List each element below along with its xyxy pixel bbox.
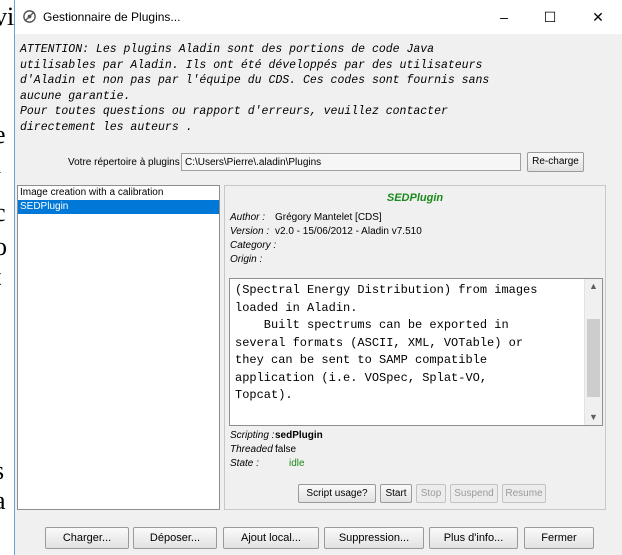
version-label: Version : xyxy=(230,226,270,237)
plugin-details-panel: SEDPlugin Author : Grégory Mantelet [CDS… xyxy=(224,185,606,510)
stop-button[interactable]: Stop xyxy=(416,484,446,503)
state-label: State : xyxy=(230,458,259,469)
reload-button[interactable]: Re-charge xyxy=(527,152,584,172)
notice-line: d'Aladin et non pas par l'équipe du CDS.… xyxy=(20,74,490,88)
threaded-label: Threaded : xyxy=(230,444,279,455)
background-letter: c xyxy=(0,198,6,228)
warning-notice: ATTENTION: Les plugins Aladin sont des p… xyxy=(20,42,580,136)
description-line: Built spectrums can be exported in xyxy=(235,318,509,332)
notice-line: ATTENTION: Les plugins Aladin sont des p… xyxy=(20,43,435,56)
plugin-list-item-selected[interactable]: SEDPlugin xyxy=(18,200,219,214)
notice-line: utilisables par Aladin. Ils ont été déve… xyxy=(20,58,483,72)
description-line: several formats (ASCII, XML, VOTable) or xyxy=(235,335,524,350)
description-line: (Spectral Energy Distribution) from imag… xyxy=(235,283,538,297)
plugin-description-text: (Spectral Energy Distribution) from imag… xyxy=(235,282,585,405)
scroll-down-arrow-icon[interactable]: ▼ xyxy=(585,410,602,425)
background-letter: a xyxy=(0,486,6,516)
background-letter: i xyxy=(0,150,1,180)
minimize-button[interactable]: – xyxy=(481,0,527,34)
resume-button[interactable]: Resume xyxy=(502,484,546,503)
scripting-label: Scripting : xyxy=(230,430,275,441)
maximize-button[interactable]: ☐ xyxy=(527,0,573,34)
script-usage-button[interactable]: Script usage? xyxy=(298,484,376,503)
version-value: v2.0 - 15/06/2012 - Aladin v7.510 xyxy=(275,226,422,237)
aladin-app-icon xyxy=(23,10,36,23)
close-button[interactable]: Fermer xyxy=(524,527,594,549)
plugin-directory-label: Votre répertoire à plugins xyxy=(68,157,180,168)
title-bar[interactable]: Gestionnaire de Plugins... – ☐ ✕ xyxy=(15,0,622,34)
add-local-button[interactable]: Ajout local... xyxy=(223,527,319,549)
notice-line: aucune garantie. xyxy=(20,89,131,103)
load-button[interactable]: Charger... xyxy=(45,527,129,549)
description-line: loaded in Aladin. xyxy=(235,300,358,315)
plugin-description-box[interactable]: (Spectral Energy Distribution) from imag… xyxy=(229,278,603,426)
scrollbar-thumb[interactable] xyxy=(587,319,600,397)
more-info-button[interactable]: Plus d'info... xyxy=(429,527,518,549)
description-line: application (i.e. VOSpec, Splat-VO, xyxy=(235,370,488,385)
plugin-directory-field[interactable]: C:\Users\Pierre\.aladin\Plugins xyxy=(181,153,521,171)
background-letter: o xyxy=(0,232,7,261)
state-value: idle xyxy=(289,458,305,469)
background-letter: t xyxy=(0,262,1,292)
scripting-value: sedPlugin xyxy=(275,430,323,441)
description-scrollbar[interactable]: ▲ ▼ xyxy=(584,279,602,425)
plugin-list[interactable]: Image creation with a calibration SEDPlu… xyxy=(17,185,220,510)
author-label: Author : xyxy=(230,212,266,223)
category-label: Category : xyxy=(230,240,277,251)
plugin-manager-window: Gestionnaire de Plugins... – ☐ ✕ ATTENTI… xyxy=(14,0,622,555)
description-line: Topcat). xyxy=(235,388,293,402)
background-letter: vi xyxy=(0,2,15,31)
description-line: they can be sent to SAMP compatible xyxy=(235,353,488,367)
origin-label: Origin : xyxy=(230,254,263,265)
deposit-button[interactable]: Déposer... xyxy=(133,527,217,549)
plugin-name-heading: SEDPlugin xyxy=(386,192,444,204)
author-value: Grégory Mantelet [CDS] xyxy=(275,212,382,223)
suspend-button[interactable]: Suspend xyxy=(450,484,498,503)
delete-button[interactable]: Suppression... xyxy=(324,527,424,549)
window-title: Gestionnaire de Plugins... xyxy=(43,10,181,24)
close-window-button[interactable]: ✕ xyxy=(575,0,621,34)
background-letter: s xyxy=(0,456,4,486)
notice-line: directement les auteurs . xyxy=(20,120,193,134)
background-letter: e xyxy=(0,120,6,150)
plugin-list-item[interactable]: Image creation with a calibration xyxy=(18,186,219,200)
threaded-value: false xyxy=(275,444,297,455)
notice-line: Pour toutes questions ou rapport d'erreu… xyxy=(20,105,448,119)
start-button[interactable]: Start xyxy=(380,484,412,503)
scroll-up-arrow-icon[interactable]: ▲ xyxy=(585,279,602,294)
